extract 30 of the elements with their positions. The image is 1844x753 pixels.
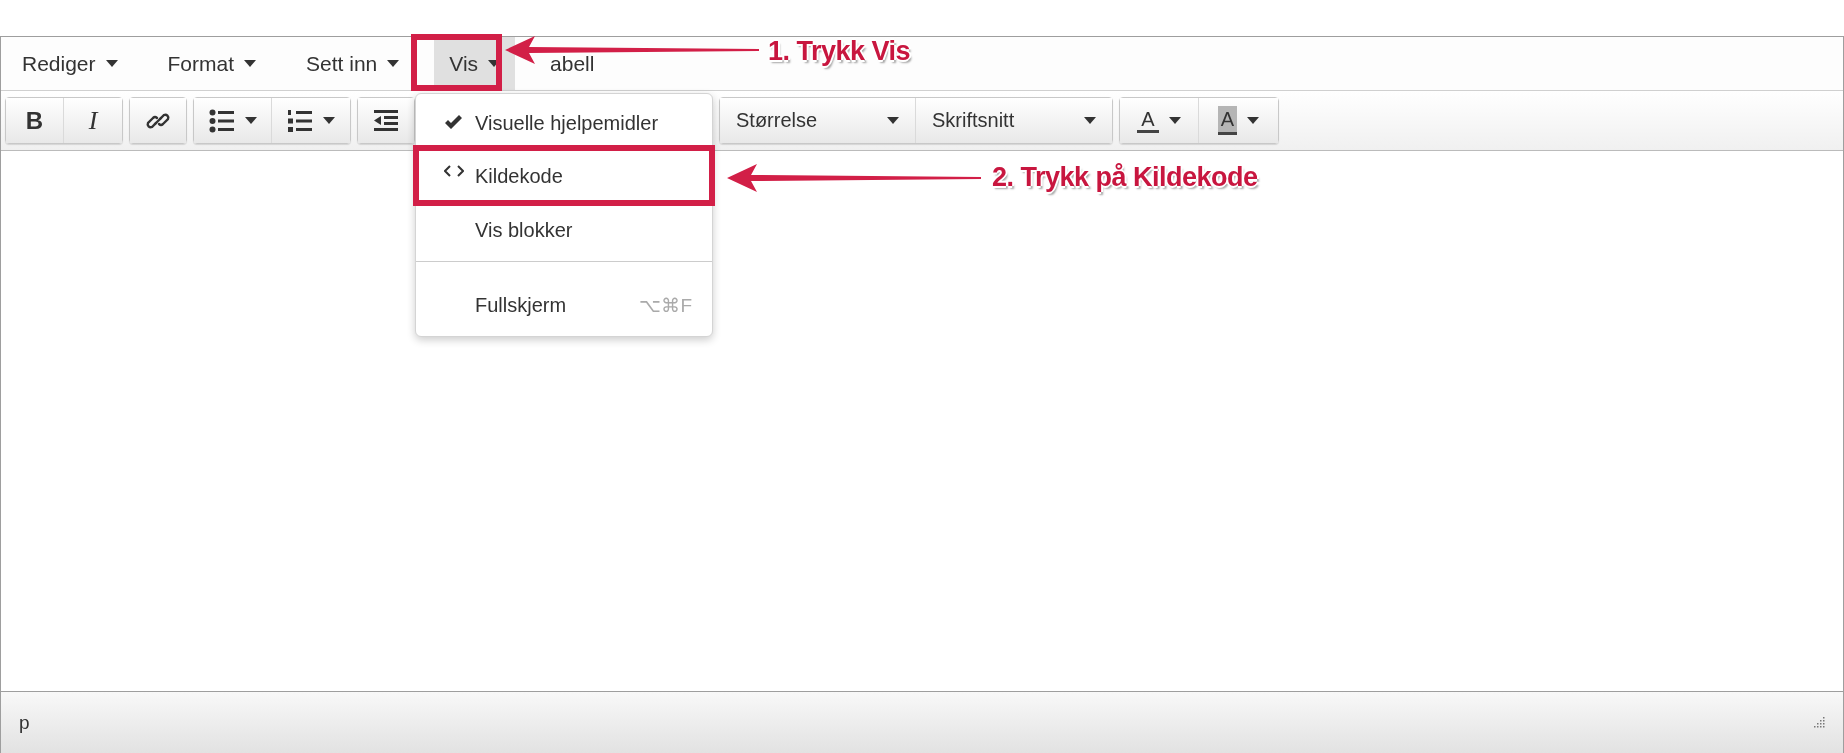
bullet-list-button[interactable] [194, 98, 272, 143]
callout-text: 1. Trykk Vis [768, 36, 911, 67]
menu-item[interactable]: abell [535, 37, 610, 90]
background-color-button[interactable]: A [1199, 98, 1278, 143]
italic-button[interactable]: I [64, 98, 122, 143]
numbered-list-icon [287, 108, 313, 133]
outdent-icon [374, 109, 398, 132]
menu-option[interactable]: Fullskjerm ⌥⌘F [416, 282, 712, 328]
code-icon [444, 165, 464, 177]
menu-option[interactable]: Visuelle hjelpemidler [416, 100, 712, 146]
callout-text: 2. Trykk på Kildekode [992, 162, 1258, 193]
dropdown-button[interactable]: Størrelse [720, 98, 916, 143]
bullet-list-icon [208, 108, 235, 133]
menu-item[interactable]: Sett inn [291, 37, 415, 90]
link-button[interactable] [130, 98, 186, 143]
numbered-list-button[interactable] [272, 98, 350, 143]
caret-icon [887, 117, 899, 124]
element-path[interactable]: p [19, 711, 30, 734]
outdent-button[interactable] [358, 98, 414, 143]
resize-handle-icon[interactable] [1813, 716, 1825, 729]
menu-option[interactable]: Vis blokker [416, 207, 712, 253]
shortcut-hint: ⌥⌘F [639, 293, 692, 317]
menu-item[interactable]: Rediger [7, 37, 133, 90]
dropdown-button[interactable]: Skriftsnitt [916, 98, 1112, 143]
menu-item[interactable]: Format [152, 37, 272, 90]
menu-option[interactable]: Kildekode [420, 152, 708, 201]
bold-button[interactable]: B [6, 98, 64, 143]
checkmark-icon [444, 115, 463, 131]
caret-icon [1084, 117, 1096, 124]
text-color-button[interactable]: A [1120, 98, 1199, 143]
